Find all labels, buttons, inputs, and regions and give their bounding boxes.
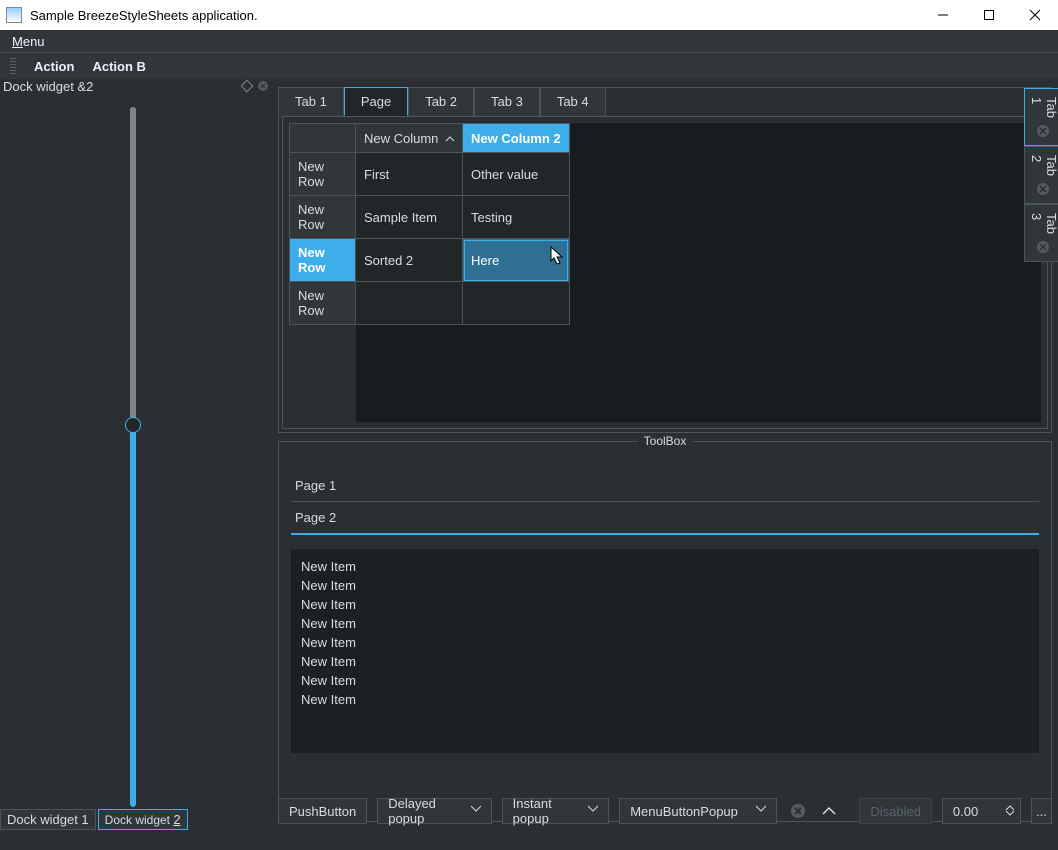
vertical-slider-handle[interactable] xyxy=(125,417,141,433)
spinbox-value[interactable]: 0.00 xyxy=(953,804,978,819)
row-header[interactable]: New Row xyxy=(290,282,356,325)
table-cell[interactable] xyxy=(356,282,463,325)
list-view[interactable]: New Item New Item New Item New Item New … xyxy=(291,549,1039,753)
chevron-down-icon xyxy=(471,806,481,816)
table-row: New Row First Other value xyxy=(290,153,570,196)
vertical-slider-track[interactable] xyxy=(130,107,136,807)
dock-tab-1[interactable]: Dock widget 1 xyxy=(0,809,96,830)
table-row: New Row Sorted 2 Here xyxy=(290,239,570,282)
right-tab-3[interactable]: Tab 3 xyxy=(1024,204,1058,262)
spin-down-icon[interactable] xyxy=(1006,811,1014,816)
table-corner[interactable] xyxy=(290,124,356,153)
column-header-0[interactable]: New Column xyxy=(356,124,463,153)
minimize-button[interactable] xyxy=(920,0,966,30)
toolbox-label: ToolBox xyxy=(638,434,693,448)
column-header-1[interactable]: New Column 2 xyxy=(463,124,570,153)
right-tab-2[interactable]: Tab 2 xyxy=(1024,146,1058,204)
table-cell[interactable]: Testing xyxy=(463,196,570,239)
row-header[interactable]: New Row xyxy=(290,196,356,239)
data-table[interactable]: New Column New Column 2 New Row First Ot… xyxy=(289,123,570,325)
tab-close-icon[interactable] xyxy=(1037,125,1051,137)
row-header[interactable]: New Row xyxy=(290,239,356,282)
list-item[interactable]: New Item xyxy=(301,690,1029,709)
action-toolbar: Action Action B xyxy=(0,52,1058,79)
right-tabbar: Tab 1 Tab 2 Tab 3 xyxy=(1024,88,1058,262)
table-row: New Row Sample Item Testing xyxy=(290,196,570,239)
list-item[interactable]: New Item xyxy=(301,633,1029,652)
maximize-button[interactable] xyxy=(966,0,1012,30)
menu-menu[interactable]: Menu xyxy=(6,32,51,51)
table-cell[interactable]: Sorted 2 xyxy=(356,239,463,282)
clear-icon[interactable] xyxy=(787,798,808,824)
list-item[interactable]: New Item xyxy=(301,652,1029,671)
right-tab-1[interactable]: Tab 1 xyxy=(1024,88,1058,146)
tab-bar: Tab 1 Page Tab 2 Tab 3 Tab 4 xyxy=(278,87,606,116)
instant-popup-button[interactable]: Instant popup xyxy=(502,798,610,824)
app-icon xyxy=(6,7,22,23)
status-bar xyxy=(0,830,1058,850)
toolbar-grip[interactable] xyxy=(10,58,16,74)
tab-close-icon[interactable] xyxy=(1037,183,1051,195)
menu-label: enu xyxy=(23,34,45,49)
menubar: Menu xyxy=(0,30,1058,52)
chevron-down-icon xyxy=(588,806,598,816)
table-cell[interactable]: Sample Item xyxy=(356,196,463,239)
toolbox-page-2[interactable]: Page 2 xyxy=(291,502,1039,535)
table-cell[interactable] xyxy=(463,282,570,325)
tab-tab4[interactable]: Tab 4 xyxy=(540,87,606,116)
chevron-down-icon xyxy=(756,806,766,816)
toolbox-page-1[interactable]: Page 1 xyxy=(291,470,1039,502)
action-action[interactable]: Action xyxy=(34,59,74,74)
tab-tab1[interactable]: Tab 1 xyxy=(278,87,344,116)
dock-float-icon[interactable] xyxy=(240,79,254,93)
dock-close-icon[interactable] xyxy=(256,79,270,93)
close-button[interactable] xyxy=(1012,0,1058,30)
row-header[interactable]: New Row xyxy=(290,153,356,196)
tab-close-icon[interactable] xyxy=(1037,241,1051,253)
pushbutton[interactable]: PushButton xyxy=(278,798,367,824)
table-row: New Row xyxy=(290,282,570,325)
dock-widget-left: Dock widget &2 Dock widget 1 Dock widget… xyxy=(0,79,270,830)
tab-tab3[interactable]: Tab 3 xyxy=(474,87,540,116)
menubutton-popup[interactable]: MenuButtonPopup xyxy=(619,798,777,824)
list-item[interactable]: New Item xyxy=(301,614,1029,633)
window-title: Sample BreezeStyleSheets application. xyxy=(30,8,920,23)
table-cell[interactable]: Here xyxy=(463,239,570,282)
list-item[interactable]: New Item xyxy=(301,557,1029,576)
disabled-button: Disabled xyxy=(859,798,932,824)
table-cell[interactable]: Other value xyxy=(463,153,570,196)
chevron-up-icon[interactable] xyxy=(818,798,839,824)
table-cell[interactable]: First xyxy=(356,153,463,196)
dock-tab-2[interactable]: Dock widget 2 xyxy=(98,809,188,830)
spinbox[interactable]: 0.00 xyxy=(942,798,1021,824)
tab-tab2[interactable]: Tab 2 xyxy=(408,87,474,116)
list-item[interactable]: New Item xyxy=(301,576,1029,595)
toolbox-group: ToolBox Page 1 Page 2 New Item New Item … xyxy=(278,441,1052,822)
bottom-button-bar: PushButton Delayed popup Instant popup M… xyxy=(278,796,1052,826)
list-item[interactable]: New Item xyxy=(301,595,1029,614)
tab-widget: Tab 1 Page Tab 2 Tab 3 Tab 4 New Column … xyxy=(278,87,1052,433)
list-item[interactable]: New Item xyxy=(301,671,1029,690)
tab-page[interactable]: Page xyxy=(344,87,408,116)
delayed-popup-button[interactable]: Delayed popup xyxy=(377,798,491,824)
action-action-b[interactable]: Action B xyxy=(92,59,145,74)
dock-title: Dock widget &2 xyxy=(3,79,93,94)
sort-asc-icon xyxy=(446,131,454,146)
overflow-button[interactable]: ... xyxy=(1031,798,1052,824)
titlebar: Sample BreezeStyleSheets application. xyxy=(0,0,1058,30)
